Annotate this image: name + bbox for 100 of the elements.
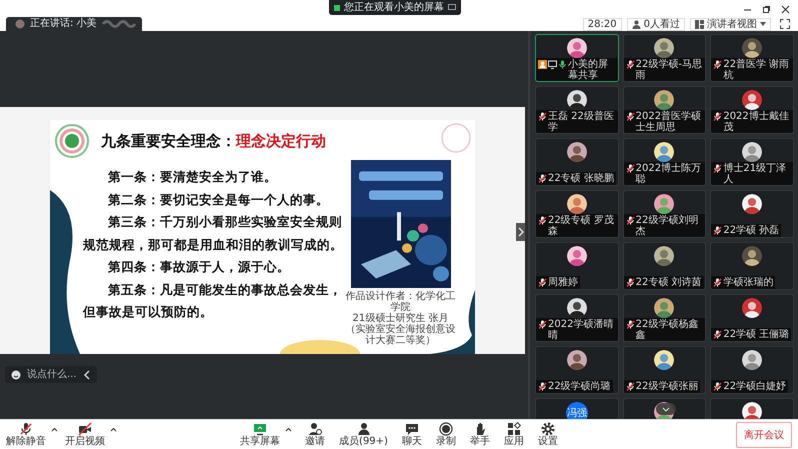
poster-caption: 作品设计作者：化学化工学院 bbox=[344, 291, 456, 313]
participant-name: 2022博士戴佳茂 bbox=[723, 111, 790, 133]
meeting-timer: 28:20 bbox=[582, 18, 622, 30]
notice-text: 您正在观看小美的屏幕 bbox=[344, 1, 444, 14]
participant-tile[interactable]: 2022博士戴佳茂 bbox=[710, 86, 794, 134]
participant-tile[interactable]: 22级专硕 罗茂森 bbox=[535, 190, 619, 238]
apps-icon bbox=[506, 422, 521, 436]
participant-name: 22级学硕张丽 bbox=[636, 381, 698, 392]
chat-input-bar[interactable]: 说点什么... bbox=[5, 366, 97, 383]
members-button[interactable]: 成员(99+) bbox=[337, 422, 390, 447]
participant-name: 22专硕 张晓鹏 bbox=[548, 173, 614, 184]
leave-meeting-button[interactable]: 离开会议 bbox=[736, 422, 792, 448]
person-icon bbox=[356, 422, 370, 436]
participant-tile[interactable]: 2022学硕潘晴晴 bbox=[535, 294, 619, 342]
settings-button[interactable]: 设置 bbox=[536, 422, 560, 447]
poster-caption: 21级硕士研究生 张月 bbox=[352, 313, 450, 324]
record-icon bbox=[438, 422, 453, 436]
avatar-initials: 冯强 bbox=[566, 402, 588, 419]
participant-name: 22普医学 谢雨杭 bbox=[723, 59, 790, 81]
poster-caption: （实验室安全海报创意设计大赛二等奖） bbox=[344, 324, 456, 346]
speaker-label: 正在讲话: 小美 bbox=[30, 17, 97, 31]
slide-text-line: 但事故是可以预防的。 bbox=[83, 303, 214, 321]
screen-share-icon bbox=[548, 60, 557, 69]
emoji-icon[interactable] bbox=[11, 370, 21, 380]
participant-name: 博士21级丁泽人 bbox=[723, 163, 788, 185]
participant-name: 22级学硕刘明杰 bbox=[636, 215, 700, 237]
participant-tile[interactable]: 2022普医学硕士生周思 bbox=[622, 86, 706, 134]
camera-off-icon bbox=[78, 422, 92, 436]
scroll-down-button[interactable] bbox=[656, 403, 676, 415]
unmute-button[interactable]: 解除静音 bbox=[4, 422, 59, 447]
slide-text-line: 第一条：要清楚安全为了谁。 bbox=[107, 168, 278, 186]
chevron-left-icon[interactable] bbox=[82, 370, 91, 380]
sharing-indicator-icon bbox=[334, 4, 340, 10]
grid-icon bbox=[695, 20, 704, 28]
participant-name: 学硕张瑞的 bbox=[723, 277, 774, 288]
participant-tile[interactable]: 2022博士陈万聪 bbox=[622, 138, 706, 186]
video-button[interactable]: 开启视频 bbox=[63, 422, 118, 447]
caret-icon[interactable] bbox=[51, 427, 58, 432]
maximize-icon[interactable] bbox=[762, 5, 771, 14]
slide-text-line: 规范规程，那可都是用血和泪的教训写成的。 bbox=[83, 236, 343, 254]
person-icon bbox=[632, 20, 641, 28]
caret-icon bbox=[760, 22, 766, 26]
participant-tile[interactable]: 22级学硕尚璐 bbox=[535, 346, 619, 394]
participant-tile[interactable]: 小美的屏幕共享 bbox=[535, 34, 619, 82]
participant-tile[interactable]: 22专硕 张晓鹏 bbox=[535, 138, 619, 186]
chat-button[interactable]: 聊天 bbox=[400, 422, 424, 447]
participant-name: 22级学硕-马思雨 bbox=[636, 59, 703, 81]
apps-button[interactable]: 应用 bbox=[502, 422, 526, 447]
participant-tile[interactable]: 22级学硕-马思雨 bbox=[622, 34, 706, 82]
screen-icon bbox=[448, 4, 456, 11]
participant-name: 22级学硕杨鑫鑫 bbox=[636, 319, 700, 341]
participant-name: 2022博士陈万聪 bbox=[636, 163, 702, 185]
waveform-icon bbox=[102, 19, 136, 29]
caret-icon[interactable] bbox=[110, 427, 117, 432]
participant-tile[interactable]: 学硕张瑞的 bbox=[710, 242, 794, 290]
participant-name: 2022学硕潘晴晴 bbox=[548, 319, 614, 341]
participant-tile[interactable]: 周雅婷 bbox=[535, 242, 619, 290]
participant-tile[interactable]: 22学硕白婕妤 bbox=[710, 346, 794, 394]
fullscreen-icon[interactable] bbox=[780, 19, 790, 29]
participant-name: 22级专硕 罗茂森 bbox=[548, 215, 615, 237]
participant-name: 22学硕白婕妤 bbox=[723, 381, 786, 392]
participant-tile[interactable]: 博士21级丁泽人 bbox=[710, 138, 794, 186]
participant-tile[interactable]: 22级学硕张丽 bbox=[622, 346, 706, 394]
add-person-icon bbox=[308, 422, 322, 436]
caret-icon[interactable] bbox=[285, 427, 292, 432]
participant-tile[interactable]: 22学硕 孙磊 bbox=[710, 190, 794, 238]
participant-name: 周雅婷 bbox=[548, 277, 578, 288]
invite-button[interactable]: 邀请 bbox=[303, 422, 328, 447]
record-button[interactable]: 录制 bbox=[434, 422, 458, 447]
close-icon[interactable] bbox=[781, 5, 790, 14]
host-icon bbox=[538, 60, 547, 69]
participant-tile[interactable]: 冯强 bbox=[535, 398, 619, 419]
logo-icon bbox=[55, 124, 89, 158]
share-button[interactable]: 共享屏幕 bbox=[238, 422, 294, 447]
slide-text-line: 第四条：事故源于人，源于心。 bbox=[107, 258, 291, 276]
participant-name: 22学硕 王俪璐 bbox=[723, 329, 790, 340]
chat-bubble-icon bbox=[404, 422, 419, 436]
settings-icon bbox=[540, 422, 555, 436]
chevron-right-icon bbox=[518, 227, 524, 237]
collapse-handle[interactable] bbox=[516, 223, 525, 241]
participant-tile[interactable]: 22级学硕刘明杰 bbox=[622, 190, 706, 238]
participant-tile[interactable]: 22学硕 王俪璐 bbox=[710, 294, 794, 342]
hand-button[interactable]: 举手 bbox=[468, 422, 492, 447]
participant-name: 22学硕 孙磊 bbox=[723, 225, 780, 236]
viewers-button[interactable]: 0人看过 bbox=[626, 18, 685, 30]
chevron-down-icon bbox=[662, 406, 670, 412]
participant-name: 22专硕 刘诗茵 bbox=[636, 277, 702, 288]
participant-tile[interactable]: 22普医学 谢雨杭 bbox=[710, 34, 794, 82]
view-mode-button[interactable]: 演讲者视图 bbox=[690, 18, 771, 30]
participant-name: 王磊 22级普医学 bbox=[548, 111, 615, 133]
slide-text-line: 第三条：千万别小看那些实验室安全规则 bbox=[107, 213, 343, 231]
participant-tile[interactable]: 王磊 22级普医学 bbox=[535, 86, 619, 134]
participant-tile[interactable]: 22专硕 刘诗茵 bbox=[622, 242, 706, 290]
participant-name: 22级学硕尚璐 bbox=[548, 381, 611, 392]
viewers-label: 0人看过 bbox=[644, 18, 680, 30]
participant-tile[interactable]: 22级学硕杨鑫鑫 bbox=[622, 294, 706, 342]
view-mode-label: 演讲者视图 bbox=[707, 18, 757, 30]
slide-text-line: 第五条：凡是可能发生的事故总会发生， bbox=[107, 280, 343, 298]
screen-share-icon bbox=[253, 422, 268, 436]
participant-name: 2022普医学硕士生周思 bbox=[636, 111, 702, 133]
